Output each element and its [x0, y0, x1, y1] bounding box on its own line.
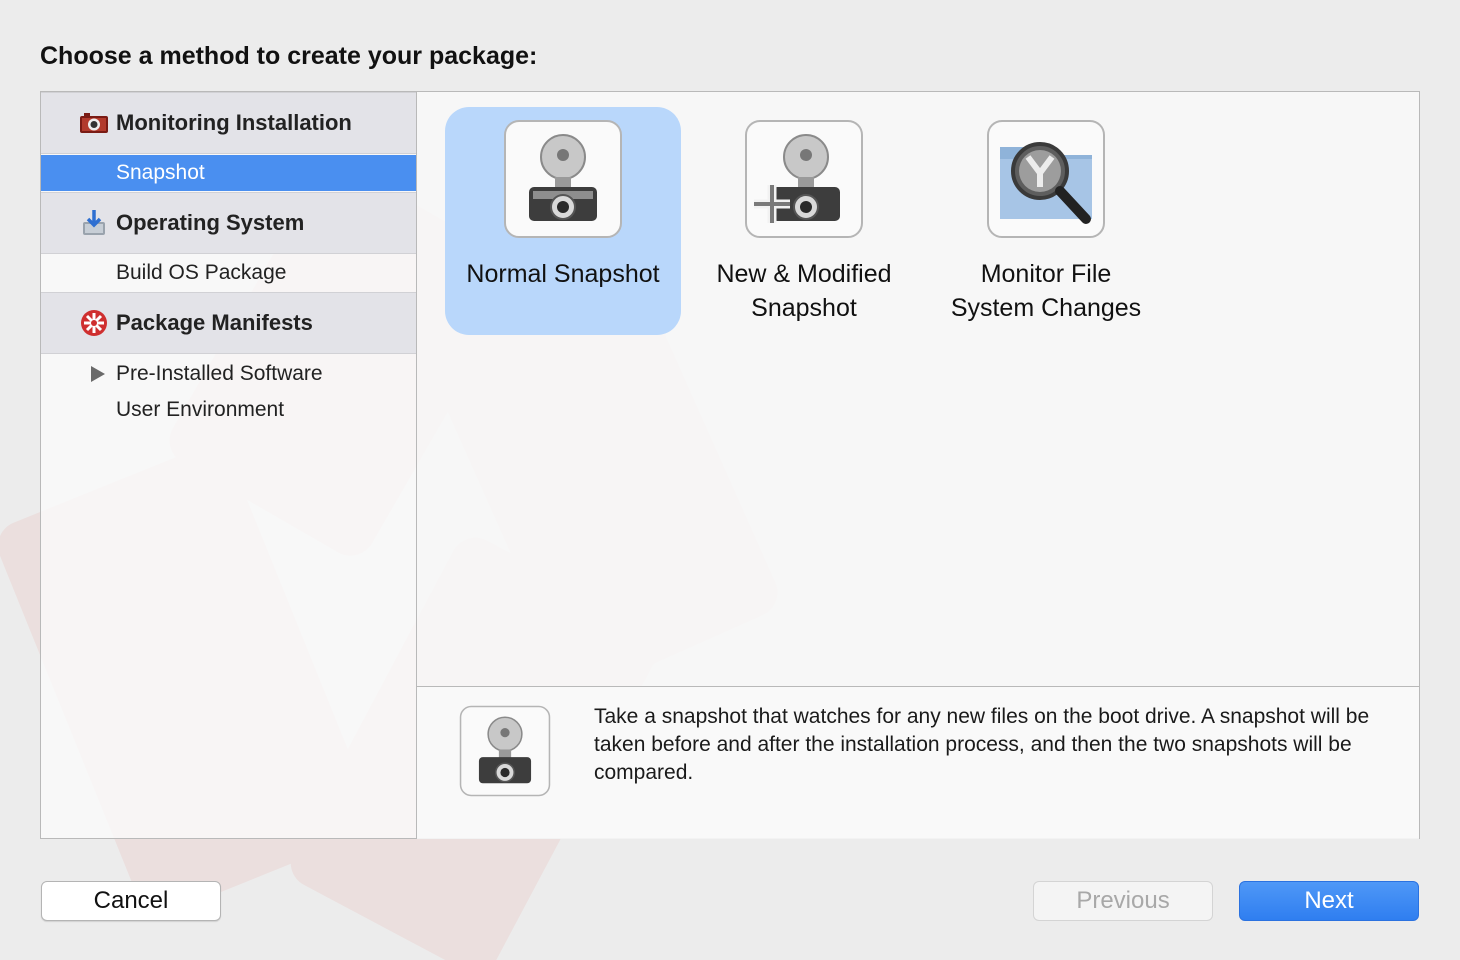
option-label: Normal Snapshot [466, 260, 660, 288]
magnifier-folder-icon [987, 120, 1105, 238]
flash-camera-icon [504, 120, 622, 238]
option-normal-snapshot[interactable]: Normal Snapshot [445, 107, 681, 335]
previous-button[interactable]: Previous [1033, 881, 1213, 921]
disclosure-triangle-icon[interactable] [91, 366, 105, 382]
option-new-and-modified-snapshot[interactable]: New & Modified Snapshot [686, 107, 922, 335]
sidebar-item-label: User Environment [116, 398, 285, 421]
sidebar-section-label: Package Manifests [116, 310, 313, 335]
sidebar-item-snapshot[interactable]: Snapshot [41, 155, 416, 191]
sidebar-item-label: Build OS Package [116, 261, 287, 284]
sidebar-section-label: Operating System [116, 210, 305, 235]
sidebar-item-label: Pre-Installed Software [116, 362, 323, 385]
dialog-title: Choose a method to create your package: [40, 42, 538, 70]
description-text: Take a snapshot that watches for any new… [594, 705, 1370, 784]
os-installer-icon [83, 210, 105, 235]
method-sidebar: Monitoring Installation Snapshot Operati… [40, 91, 417, 839]
description-pane: Take a snapshot that watches for any new… [417, 686, 1419, 839]
camera-icon [80, 113, 108, 133]
sidebar-section-label: Monitoring Installation [116, 110, 352, 135]
option-monitor-file-system-changes[interactable]: Monitor File System Changes [928, 107, 1164, 335]
cancel-button[interactable]: Cancel [41, 881, 221, 921]
sidebar-item-user-environment[interactable]: User Environment [41, 392, 416, 428]
option-label: New & Modified Snapshot [716, 260, 892, 322]
sidebar-item-pre-installed-software[interactable]: Pre-Installed Software [41, 356, 416, 392]
next-button[interactable]: Next [1239, 881, 1419, 921]
sidebar-item-label: Snapshot [116, 161, 205, 184]
package-manifests-icon [81, 310, 107, 336]
option-label: Monitor File System Changes [950, 260, 1142, 322]
sidebar-section-package-manifests: Package Manifests [41, 292, 416, 354]
flash-camera-plus-icon [745, 120, 863, 238]
sidebar-section-operating-system: Operating System [41, 192, 416, 254]
sidebar-section-monitoring-installation: Monitoring Installation [41, 92, 416, 154]
sidebar-item-build-os-package[interactable]: Build OS Package [41, 255, 416, 291]
flash-camera-icon [459, 705, 551, 797]
method-options-pane: Normal Snapshot New & Modified Snapshot … [416, 91, 1420, 839]
